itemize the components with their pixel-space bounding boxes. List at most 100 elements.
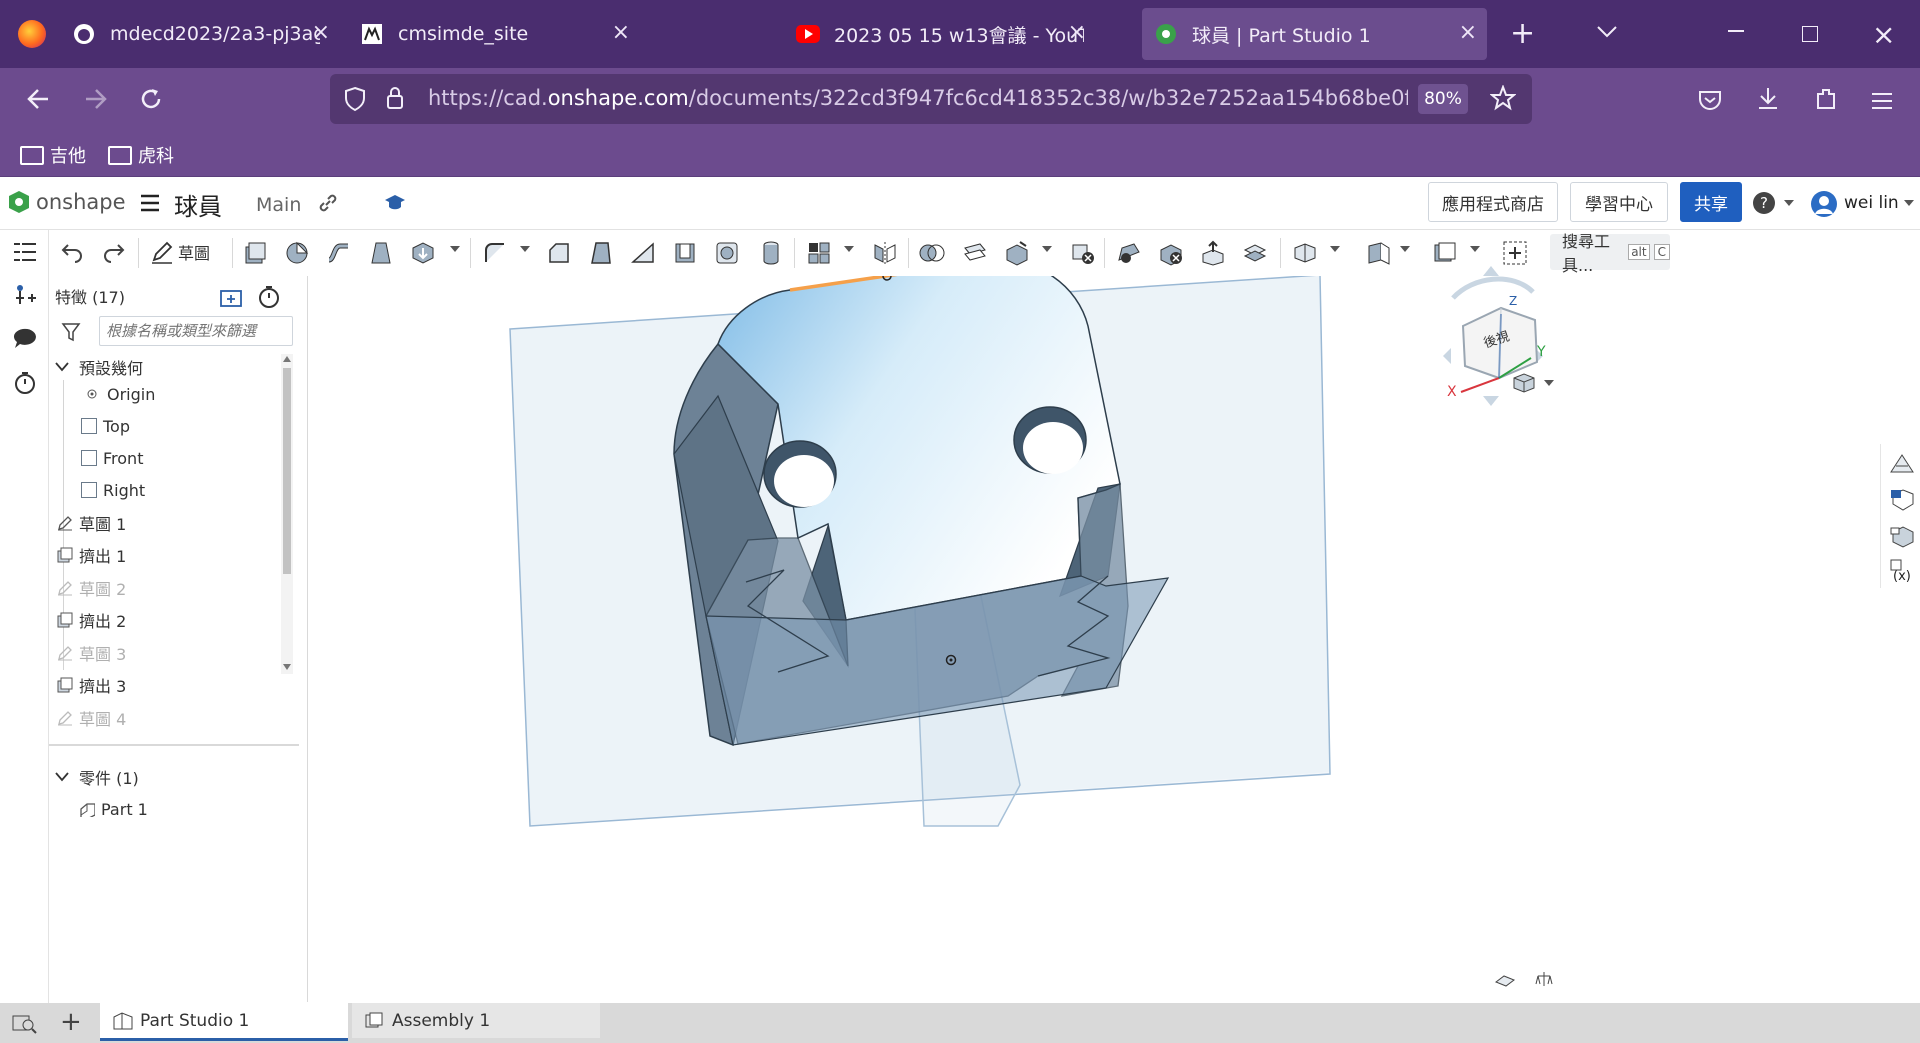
- search-tabs-icon[interactable]: [12, 1013, 38, 1039]
- tab-list-chevron-icon[interactable]: [1596, 20, 1618, 45]
- tab-github[interactable]: mdecd2023/2a3-pj3ag5: 2a3-p ×: [62, 8, 340, 60]
- app-store-button[interactable]: 應用程式商店: [1428, 182, 1558, 222]
- onshape-logo[interactable]: onshape: [8, 190, 126, 214]
- minimize-icon[interactable]: [1728, 30, 1744, 32]
- comments-icon[interactable]: [12, 326, 38, 354]
- scroll-up-arrow[interactable]: [283, 356, 291, 362]
- view-options-caret[interactable]: [1544, 380, 1554, 386]
- document-title[interactable]: 球員: [174, 187, 222, 222]
- add-tab-icon[interactable]: +: [60, 1007, 82, 1037]
- new-tab-icon[interactable]: +: [1510, 16, 1535, 51]
- tree-item-extrude-1[interactable]: 擠出 1: [57, 540, 126, 570]
- firefox-icon[interactable]: [18, 20, 46, 48]
- history-timer-icon[interactable]: [12, 370, 38, 400]
- branch-label[interactable]: Main: [256, 194, 301, 216]
- restore-icon[interactable]: [1802, 26, 1818, 42]
- dropdown-caret[interactable]: [1330, 246, 1340, 252]
- split-icon[interactable]: [962, 240, 988, 266]
- tab-cmsimde[interactable]: cmsimde_site ×: [350, 8, 640, 60]
- tab-part-studio-1[interactable]: Part Studio 1: [100, 1003, 348, 1041]
- parts-group[interactable]: 零件 (1): [55, 762, 139, 792]
- display-states-icon[interactable]: [1889, 524, 1915, 552]
- dropdown-caret[interactable]: [520, 246, 530, 252]
- draft-icon[interactable]: [588, 240, 614, 266]
- user-name[interactable]: wei lin: [1844, 193, 1899, 213]
- tree-item-part-1[interactable]: Part 1: [79, 794, 148, 824]
- close-tab-icon[interactable]: ×: [1459, 22, 1477, 44]
- cylinder-icon[interactable]: [758, 240, 784, 266]
- help-dropdown-caret[interactable]: [1784, 200, 1794, 206]
- fillet-icon[interactable]: [482, 240, 508, 266]
- measure-icon[interactable]: [1494, 972, 1516, 992]
- shell-icon[interactable]: [672, 240, 698, 266]
- add-folder-icon[interactable]: [219, 286, 245, 312]
- scroll-down-arrow[interactable]: [283, 664, 291, 670]
- bookmark-star-icon[interactable]: [1489, 84, 1517, 115]
- delete-face-icon[interactable]: [1158, 240, 1184, 266]
- help-icon[interactable]: ?: [1753, 192, 1775, 214]
- tab-youtube[interactable]: 2023 05 15 w13會議 - YouTube ×: [786, 8, 1096, 60]
- dropdown-caret[interactable]: [1042, 246, 1052, 252]
- forward-icon[interactable]: [82, 86, 108, 119]
- bookmark-folder[interactable]: 吉他: [20, 142, 86, 168]
- tree-item-sketch-3[interactable]: 草圖 3: [57, 638, 126, 668]
- replace-face-icon[interactable]: [1242, 240, 1268, 266]
- rollback-timer-icon[interactable]: [257, 284, 281, 314]
- url-bar[interactable]: https://cad.onshape.com/documents/322cd3…: [330, 74, 1532, 124]
- menu-icon[interactable]: [1870, 88, 1894, 118]
- sweep-icon[interactable]: [326, 240, 352, 266]
- transform-icon[interactable]: [1004, 240, 1030, 266]
- tab-assembly-1[interactable]: Assembly 1: [352, 1003, 600, 1038]
- plane-icon[interactable]: [1292, 240, 1318, 266]
- tree-item-sketch-4[interactable]: 草圖 4: [57, 703, 126, 733]
- delete-part-icon[interactable]: [1070, 240, 1096, 266]
- lock-icon[interactable]: [386, 86, 404, 114]
- thicken-icon[interactable]: [410, 240, 436, 266]
- reload-icon[interactable]: [138, 86, 164, 119]
- tree-item-extrude-3[interactable]: 擠出 3: [57, 670, 126, 700]
- tree-item-right[interactable]: Right: [81, 475, 145, 505]
- tree-item-front[interactable]: Front: [81, 443, 143, 473]
- dropdown-caret[interactable]: [1400, 246, 1410, 252]
- pattern-icon[interactable]: [806, 240, 832, 266]
- tree-item-sketch-1[interactable]: 草圖 1: [57, 508, 126, 538]
- user-avatar-icon[interactable]: [1810, 190, 1838, 222]
- variables-icon[interactable]: [14, 282, 38, 312]
- rib-icon[interactable]: [630, 240, 656, 266]
- view-cube[interactable]: 後視 X Y Z: [1413, 236, 1573, 426]
- model-canvas[interactable]: [308, 276, 1920, 1003]
- undo-icon[interactable]: [60, 240, 86, 266]
- variable-table-icon[interactable]: (x): [1889, 558, 1915, 586]
- learning-center-button[interactable]: 學習中心: [1570, 182, 1668, 222]
- tree-item-sketch-2[interactable]: 草圖 2: [57, 573, 126, 603]
- redo-icon[interactable]: [102, 240, 128, 266]
- extrude-icon[interactable]: [242, 240, 268, 266]
- back-icon[interactable]: [26, 86, 52, 119]
- mirror-icon[interactable]: [872, 240, 898, 266]
- sheet-metal-icon[interactable]: [1366, 240, 1392, 266]
- move-face-icon[interactable]: [1200, 240, 1226, 266]
- close-tab-icon[interactable]: ×: [312, 22, 330, 44]
- sketch-button[interactable]: 草圖: [150, 240, 210, 264]
- hole-icon[interactable]: [714, 240, 740, 266]
- mass-properties-icon[interactable]: [1534, 970, 1554, 994]
- bookmark-folder[interactable]: 虎科: [108, 142, 174, 168]
- tree-scrollbar[interactable]: [281, 354, 293, 674]
- feature-filter-input[interactable]: [99, 316, 293, 346]
- close-tab-icon[interactable]: ×: [612, 22, 630, 44]
- tab-onshape[interactable]: 球員 | Part Studio 1 ×: [1142, 8, 1487, 60]
- pocket-icon[interactable]: [1698, 88, 1722, 118]
- tree-item-extrude-2[interactable]: 擠出 2: [57, 605, 126, 635]
- graphics-viewport[interactable]: 後視 X Y Z (x): [308, 266, 1920, 1003]
- learning-cap-icon[interactable]: [384, 193, 406, 217]
- tree-item-origin[interactable]: Origin: [85, 379, 155, 409]
- close-window-icon[interactable]: ×: [1872, 18, 1895, 51]
- revolve-icon[interactable]: [284, 240, 310, 266]
- modify-fillet-icon[interactable]: [1116, 240, 1142, 266]
- loft-icon[interactable]: [368, 240, 394, 266]
- section-view-icon[interactable]: [1889, 488, 1915, 516]
- view-options-cube-icon[interactable]: [1512, 372, 1536, 398]
- feature-list-icon[interactable]: [12, 240, 38, 270]
- user-dropdown-caret[interactable]: [1904, 200, 1914, 206]
- scroll-thumb[interactable]: [283, 368, 291, 574]
